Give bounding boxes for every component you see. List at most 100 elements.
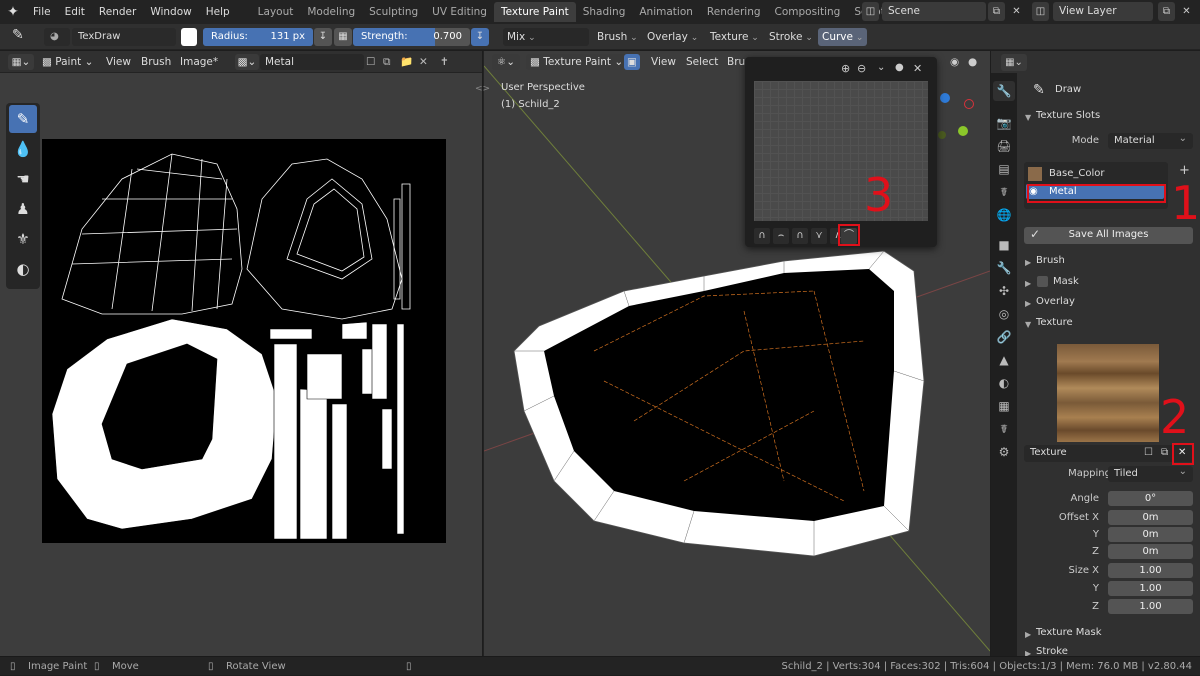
image-name-field[interactable]: Metal	[260, 54, 364, 70]
texture-slots-expand-icon[interactable]: ▼	[1025, 113, 1031, 122]
stroke-menu[interactable]: Stroke	[765, 28, 817, 46]
brush-menu-image[interactable]: Brush	[141, 54, 171, 70]
size-y-field[interactable]: 1.00	[1108, 581, 1193, 596]
texture-copy-icon[interactable]: ⧉	[1161, 447, 1168, 458]
brush-color-swatch[interactable]	[181, 28, 197, 46]
clip-options-icon[interactable]: ●	[895, 62, 904, 73]
tab-layout[interactable]: Layout	[251, 2, 301, 22]
mask-section-expand-icon[interactable]: ▶	[1025, 279, 1031, 288]
tab-shaderfx-icon[interactable]: ☤	[993, 419, 1015, 439]
strength-pressure-icon[interactable]: ↧	[471, 28, 489, 46]
radius-unit-icon[interactable]: ▦	[334, 28, 352, 46]
viewport-view-menu[interactable]: View	[651, 54, 676, 70]
tab-texture-paint[interactable]: Texture Paint	[493, 2, 576, 22]
tab-rendering[interactable]: Rendering	[700, 2, 768, 22]
overlay-section-expand-icon[interactable]: ▶	[1025, 299, 1031, 308]
blend-mode-dropdown[interactable]: Mix	[503, 28, 589, 46]
scene-browse-icon[interactable]: ◫	[862, 2, 879, 21]
tab-render-icon[interactable]: 📷	[993, 113, 1015, 133]
paint-mode-dropdown[interactable]: ▩ Paint ⌄	[42, 54, 93, 70]
tab-particles-icon[interactable]: ✣	[993, 281, 1015, 301]
tab-world-icon[interactable]: 🌐	[993, 205, 1015, 225]
size-x-field[interactable]: 1.00	[1108, 563, 1193, 578]
viewport-editor-type-icon[interactable]: ⚛⌄	[492, 54, 520, 70]
soften-tool-icon[interactable]: 💧	[9, 135, 37, 163]
mask-section-header[interactable]: Mask	[1053, 276, 1079, 287]
tab-view-layer-icon[interactable]: ▤	[993, 159, 1015, 179]
strength-slider[interactable]: Strength: 0.700	[353, 28, 470, 46]
texture-fake-user-icon[interactable]: ☐	[1144, 447, 1153, 458]
smear-tool-icon[interactable]: ☚	[9, 165, 37, 193]
blender-logo-icon[interactable]: ✦	[0, 0, 26, 24]
scene-field[interactable]: Scene	[882, 2, 986, 21]
mapping-dropdown[interactable]: Tiled	[1108, 464, 1193, 482]
zoom-in-icon[interactable]: ⊕	[841, 62, 850, 75]
brush-icon[interactable]: ✎	[12, 27, 32, 45]
tab-sculpting[interactable]: Sculpting	[362, 2, 425, 22]
unlink-image-icon[interactable]: ✕	[419, 54, 433, 70]
view-menu[interactable]: View	[106, 54, 131, 70]
image-menu[interactable]: Image*	[180, 54, 218, 70]
viewport-mode-dropdown[interactable]: ▩ Texture Paint ⌄	[526, 54, 628, 70]
tab-shading[interactable]: Shading	[576, 2, 633, 22]
open-image-icon[interactable]: 📁	[400, 54, 414, 70]
view-layer-copy-icon[interactable]: ⧉	[1158, 2, 1175, 21]
gizmo-neg-y-icon[interactable]	[938, 131, 946, 139]
radius-slider[interactable]: Radius: 131 px	[203, 28, 313, 46]
offset-z-field[interactable]: 0m	[1108, 544, 1193, 559]
overlay-section-header[interactable]: Overlay	[1036, 296, 1075, 307]
tab-texture-icon[interactable]: ▦	[993, 396, 1015, 416]
overlay-menu[interactable]: Overlay	[643, 28, 703, 46]
uv-layout-image[interactable]	[42, 139, 446, 543]
mode-dropdown[interactable]: Material	[1108, 131, 1193, 149]
menu-help[interactable]: Help	[199, 6, 237, 18]
texture-mask-header[interactable]: Texture Mask	[1036, 627, 1102, 638]
viewport-select-menu[interactable]: Select	[686, 54, 718, 70]
offset-y-field[interactable]: 0m	[1108, 527, 1193, 542]
brush-browse-icon[interactable]: ◕	[44, 28, 70, 46]
texture-slots-header[interactable]: Texture Slots	[1036, 110, 1100, 121]
menu-render[interactable]: Render	[92, 6, 143, 18]
popover-close-icon[interactable]: ✕	[913, 62, 922, 75]
menu-window[interactable]: Window	[143, 6, 198, 18]
mask-tool-icon[interactable]: ◐	[9, 255, 37, 283]
brush-section-header[interactable]: Brush	[1036, 255, 1065, 266]
texture-section-header[interactable]: Texture	[1036, 317, 1073, 328]
curve-preset-sharp-icon[interactable]: ⋎	[811, 228, 827, 244]
curve-options-icon[interactable]: ⌄	[877, 62, 885, 73]
properties-editor-type-icon[interactable]: ▦⌄	[1001, 54, 1027, 71]
view-layer-field[interactable]: View Layer	[1053, 2, 1153, 21]
face-mask-icon[interactable]: ▣	[624, 54, 640, 70]
mask-checkbox[interactable]	[1037, 276, 1048, 287]
curve-preset-root-icon[interactable]: ∩	[792, 228, 808, 244]
tab-data-icon[interactable]: ▲	[993, 350, 1015, 370]
image-browse-icon[interactable]: ▩⌄	[235, 54, 259, 70]
tab-modifiers-icon[interactable]: 🔧	[993, 258, 1015, 278]
texture-section-expand-icon[interactable]: ▼	[1025, 320, 1031, 329]
area-divider[interactable]	[483, 51, 484, 656]
view-layer-close-icon[interactable]: ✕	[1178, 2, 1195, 21]
tab-output-icon[interactable]: 🖨	[993, 136, 1015, 156]
tab-uv-editing[interactable]: UV Editing	[425, 2, 494, 22]
zoom-out-icon[interactable]: ⊖	[857, 62, 866, 75]
texture-mask-expand-icon[interactable]: ▶	[1025, 630, 1031, 639]
scene-copy-icon[interactable]: ⧉	[988, 2, 1005, 21]
tab-material-icon[interactable]: ◐	[993, 373, 1015, 393]
shading-wire-icon[interactable]: ◉	[950, 54, 966, 70]
gizmo-y-icon[interactable]	[958, 126, 968, 136]
tab-object-icon[interactable]: ■	[993, 235, 1015, 255]
curve-graph[interactable]	[754, 81, 928, 221]
tab-compositing[interactable]: Compositing	[768, 2, 848, 22]
texture-menu[interactable]: Texture	[706, 28, 763, 46]
menu-file[interactable]: File	[26, 6, 58, 18]
tab-modeling[interactable]: Modeling	[300, 2, 362, 22]
fake-user-icon[interactable]: ☐	[366, 54, 380, 70]
gizmo-z-icon[interactable]	[940, 93, 950, 103]
gizmo-x-icon[interactable]	[964, 99, 974, 109]
editor-type-icon[interactable]: ▦⌄	[8, 54, 34, 70]
tab-scene-icon[interactable]: ☤	[993, 182, 1015, 202]
size-z-field[interactable]: 1.00	[1108, 599, 1193, 614]
menu-edit[interactable]: Edit	[58, 6, 92, 18]
brush-section-expand-icon[interactable]: ▶	[1025, 258, 1031, 267]
brush-menu[interactable]: Brush	[593, 28, 642, 46]
